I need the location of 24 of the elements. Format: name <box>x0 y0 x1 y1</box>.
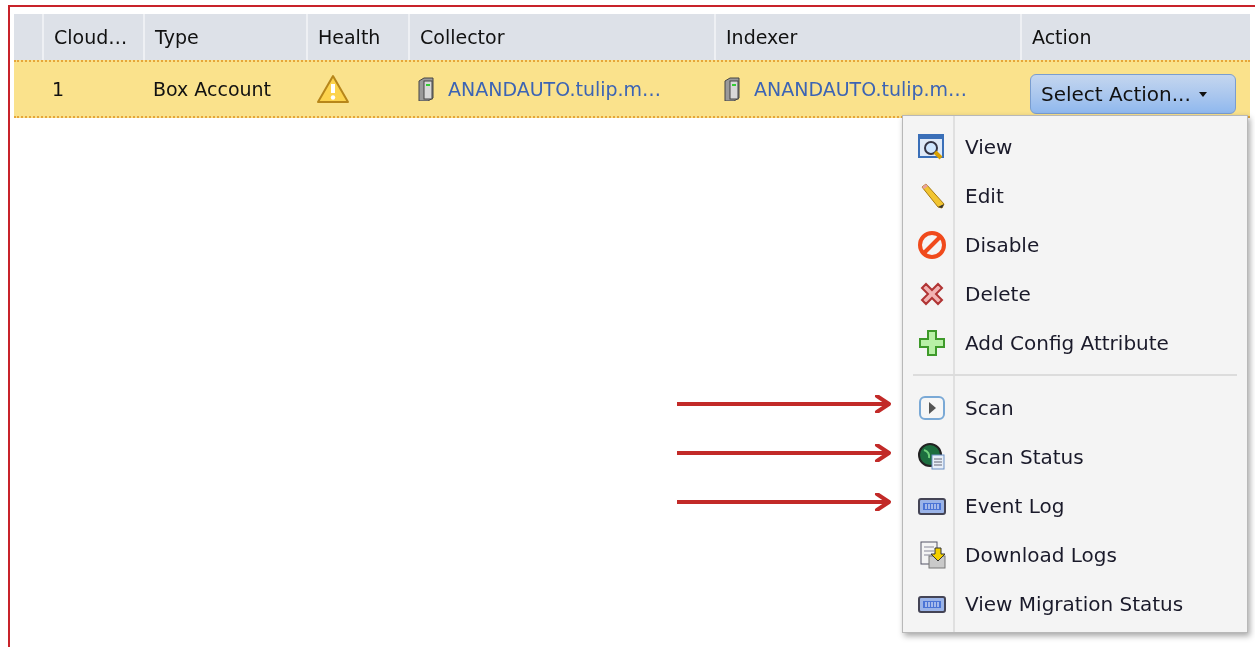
magnifier-icon <box>917 131 947 162</box>
menu-item[interactable]: View <box>903 122 1247 171</box>
menu-item[interactable]: Scan Status <box>903 432 1247 481</box>
server-icon <box>724 77 740 101</box>
menu-item[interactable]: Download Logs <box>903 530 1247 579</box>
menu-item[interactable]: Disable <box>903 220 1247 269</box>
collector-link[interactable]: ANANDAUTO.tulip.m… <box>448 78 662 100</box>
globe-document-icon <box>917 441 947 472</box>
select-action-dropdown[interactable]: Select Action... <box>1030 74 1236 114</box>
menu-item[interactable]: Edit <box>903 171 1247 220</box>
indexer-link[interactable]: ANANDAUTO.tulip.m… <box>754 78 968 100</box>
table-cell: 1 <box>52 78 65 100</box>
plus-icon <box>917 327 947 358</box>
caret-icon <box>1198 91 1207 97</box>
menu-item[interactable]: Add Config Attribute <box>903 318 1247 367</box>
table-row[interactable]: 1 Box Account ANANDAUTO.tulip.m… ANANDAUTO.tulip.m… Select Action... <box>14 60 1250 118</box>
menu-item[interactable]: Scan <box>903 383 1247 432</box>
menu-item[interactable]: Delete <box>903 269 1247 318</box>
server-icon <box>418 77 434 101</box>
menu-item[interactable]: View Migration Status <box>903 579 1247 628</box>
download-document-icon <box>917 539 947 570</box>
menu-item[interactable]: Event Log <box>903 481 1247 530</box>
prohibited-icon <box>917 229 947 260</box>
table-cell: Box Account <box>153 78 272 100</box>
